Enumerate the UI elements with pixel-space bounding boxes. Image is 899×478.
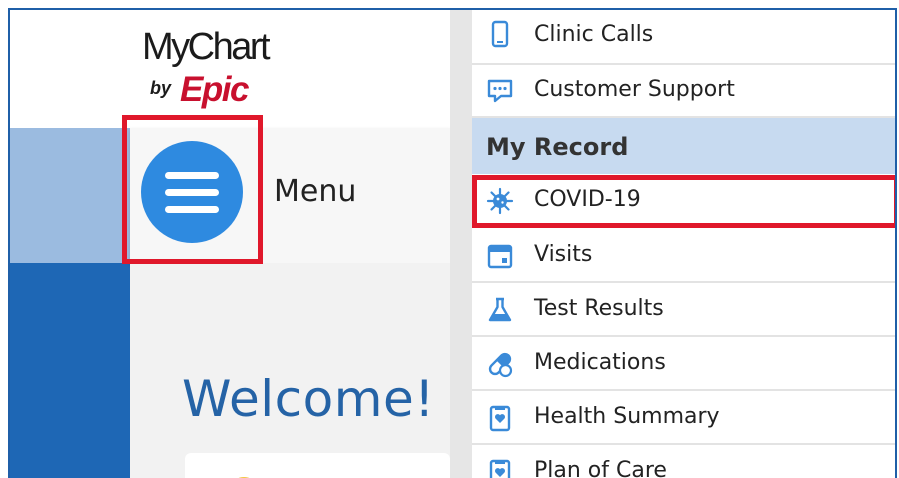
welcome-heading: Welcome! bbox=[182, 370, 435, 428]
section-header-my-record: My Record bbox=[472, 118, 895, 174]
menu-item-plan-of-care[interactable]: Plan of Care bbox=[472, 446, 895, 478]
home-pane: MyChart by Epic Menu Welcome! bbox=[10, 10, 450, 478]
menu-item-label: Medications bbox=[534, 350, 666, 375]
menu-item-label: Health Summary bbox=[534, 404, 720, 429]
phone-icon bbox=[491, 20, 509, 48]
logo-company: Epic bbox=[180, 70, 249, 109]
menu-item-health-summary[interactable]: Health Summary bbox=[472, 392, 895, 445]
covid-highlight-box bbox=[472, 175, 895, 228]
chat-icon bbox=[487, 79, 513, 103]
menu-item-label: Plan of Care bbox=[534, 458, 667, 478]
menu-item-visits[interactable]: Visits bbox=[472, 230, 895, 283]
heart-document-icon bbox=[489, 459, 511, 478]
menu-item-label: Visits bbox=[534, 242, 593, 267]
menu-item-label: Customer Support bbox=[534, 77, 735, 102]
logo-by: by bbox=[150, 78, 172, 98]
section-title: My Record bbox=[486, 133, 629, 161]
flask-icon bbox=[488, 297, 512, 322]
menu-item-customer-support[interactable]: Customer Support bbox=[472, 65, 895, 118]
menu-item-label: Clinic Calls bbox=[534, 22, 654, 47]
logo-brand: MyChart bbox=[142, 26, 271, 68]
menu-highlight-box bbox=[122, 115, 263, 264]
heart-document-icon bbox=[489, 405, 511, 432]
menu-item-test-results[interactable]: Test Results bbox=[472, 284, 895, 337]
mychart-logo: MyChart by Epic bbox=[142, 26, 312, 116]
calendar-icon bbox=[487, 244, 513, 269]
side-band bbox=[10, 263, 130, 478]
menu-label[interactable]: Menu bbox=[274, 174, 356, 209]
menu-item-clinic-calls[interactable]: Clinic Calls bbox=[472, 10, 895, 65]
nav-menu: Clinic Calls Customer Support My Record bbox=[472, 10, 895, 478]
pill-icon bbox=[488, 352, 513, 378]
welcome-card bbox=[185, 453, 450, 478]
menu-item-label: Test Results bbox=[534, 296, 664, 321]
menu-item-medications[interactable]: Medications bbox=[472, 338, 895, 391]
app-window: MyChart by Epic Menu Welcome! Clinic Cal… bbox=[8, 8, 897, 478]
pane-divider bbox=[450, 10, 472, 478]
